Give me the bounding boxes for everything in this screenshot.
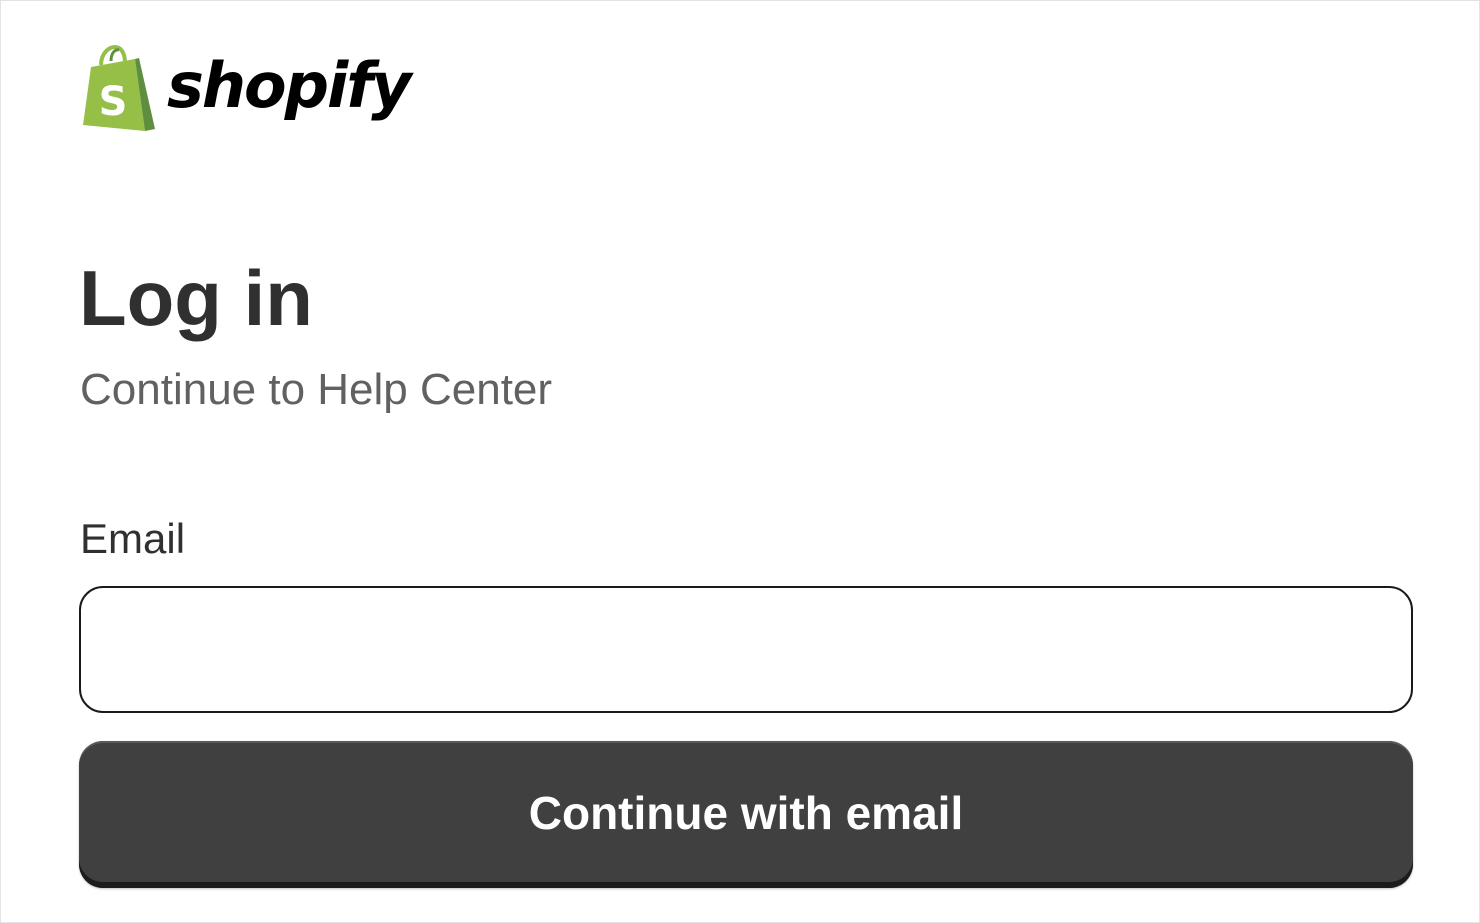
shopify-logo: S shopify bbox=[79, 43, 412, 135]
login-card: S shopify Log in Continue to Help Center… bbox=[0, 0, 1480, 923]
page-subtitle: Continue to Help Center bbox=[80, 365, 553, 414]
shopify-bag-icon: S bbox=[83, 45, 155, 131]
continue-with-email-button[interactable]: Continue with email bbox=[79, 741, 1413, 888]
brand-name: shopify bbox=[167, 49, 412, 122]
page-title: Log in bbox=[79, 254, 313, 342]
svg-text:S: S bbox=[99, 79, 128, 125]
email-label: Email bbox=[80, 515, 186, 562]
email-field[interactable] bbox=[79, 586, 1413, 713]
